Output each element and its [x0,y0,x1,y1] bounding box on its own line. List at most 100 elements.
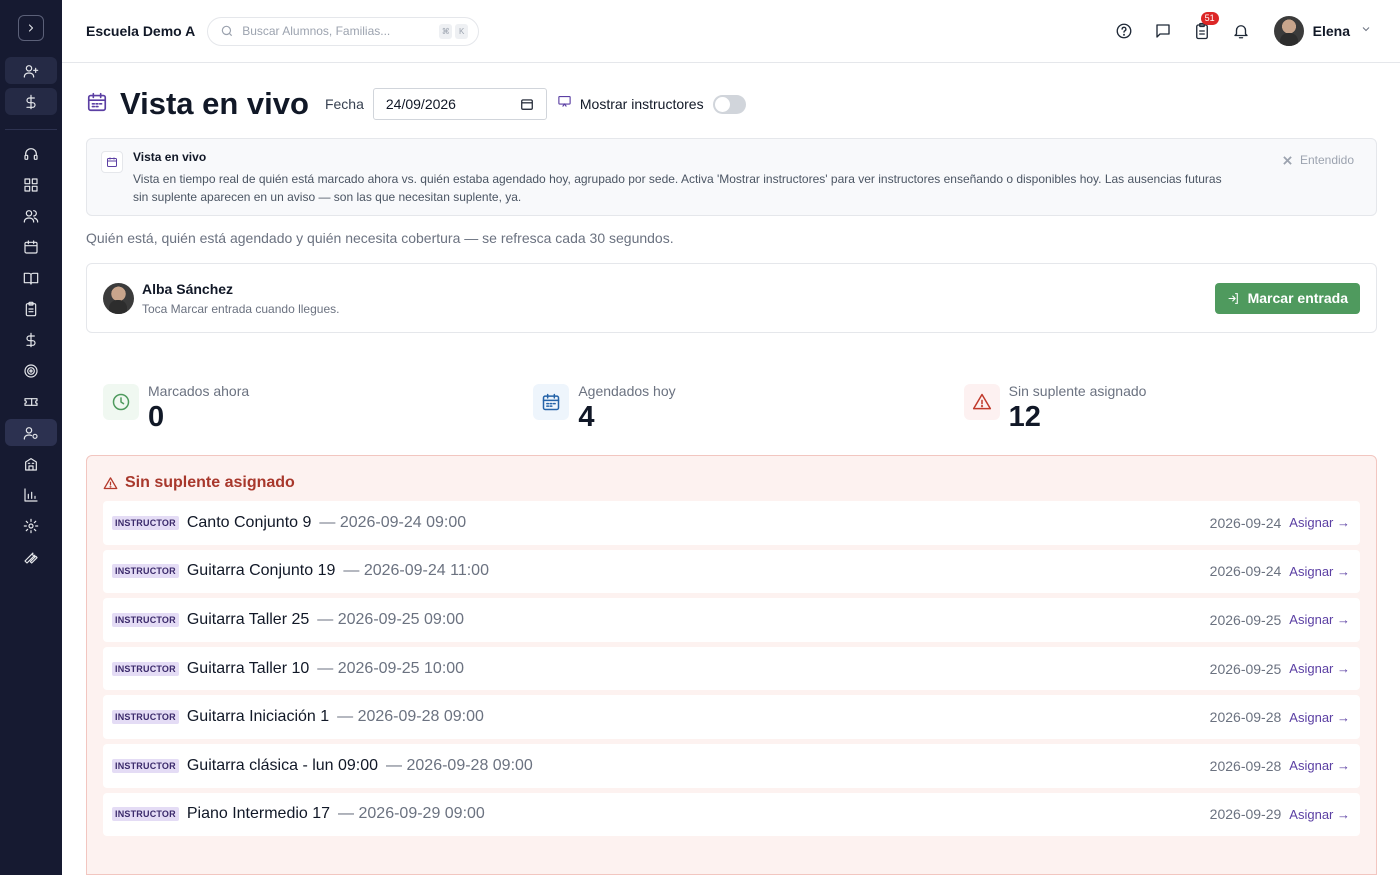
sidebar-item-settings[interactable] [5,512,57,539]
panel-header: Sin suplente asignado [103,474,1360,492]
avatar [103,282,134,314]
calendar-picker-icon[interactable] [520,97,534,111]
absence-date: 2026-09-24 [1209,563,1282,580]
class-datetime: — 2026-09-29 09:00 [338,805,485,823]
date-value: 24/09/2026 [385,96,456,112]
close-icon [1283,155,1292,165]
class-datetime: — 2026-09-28 09:00 [337,708,484,726]
show-instructors-toggle[interactable] [712,94,746,114]
date-label: Fecha [324,96,364,112]
search-shortcut: ⌘ K [439,23,469,39]
list-item: INSTRUCTOR Guitarra clásica - lun 09:00 — … [103,743,1360,788]
absence-date: 2026-09-25 [1209,660,1282,677]
calendar-icon [24,239,38,254]
user-plus-icon [23,64,39,78]
check-in-button[interactable]: Marcar entrada [1214,282,1360,314]
help-button[interactable] [1113,20,1135,42]
calendar-icon [86,91,108,118]
panel-title: Sin suplente asignado [125,474,295,491]
shortcut-key-cmd: ⌘ [439,23,453,39]
class-name: Canto Conjunto 9 [186,513,312,531]
notifications-button[interactable] [1230,20,1252,42]
sidebar-item-reports[interactable] [5,481,57,508]
stat-label: Agendados hoy [578,383,676,399]
clock-icon [103,384,139,420]
dismiss-label: Entendido [1299,153,1354,167]
bell-icon [1233,25,1248,39]
grid-icon [24,177,38,192]
absence-date: 2026-09-28 [1209,757,1282,774]
role-tag: INSTRUCTOR [112,710,179,725]
user-cog-icon [23,426,38,440]
clipboard-icon [25,301,37,316]
gear-icon [23,518,39,533]
assign-link[interactable]: Asignar → [1289,612,1350,627]
class-datetime: — 2026-09-25 10:00 [317,659,465,677]
list-item: INSTRUCTOR Guitarra Conjunto 19 — 2026-09-… [103,549,1360,594]
top-header: Escuela Demo A ⌘ K 51 Elena [62,0,1400,63]
assign-link[interactable]: Asignar → [1289,758,1350,773]
class-name: Guitarra Conjunto 19 [186,562,336,580]
sidebar-item-support[interactable] [5,140,57,167]
stat-label: Marcados ahora [148,383,250,399]
header-actions: 51 Elena [1096,12,1372,46]
class-name: Guitarra Taller 25 [186,610,310,628]
date-input[interactable]: 24/09/2026 [372,88,547,120]
school-name[interactable]: Escuela Demo A [86,23,195,39]
sidebar-item-dashboard[interactable] [5,171,57,198]
checkin-text: Alba Sánchez Toca Marcar entrada cuando … [142,281,339,316]
messages-button[interactable] [1152,20,1174,42]
sidebar-item-calendar[interactable] [5,233,57,260]
absence-date: 2026-09-28 [1209,709,1282,726]
stat-checked-in: Marcados ahora 0 [86,368,516,443]
main-content: Vista en vivo Fecha 24/09/2026 Mostrar i… [86,63,1377,875]
stat-no-substitute: Sin suplente asignado 12 [947,368,1377,443]
assign-link[interactable]: Asignar → [1289,564,1350,579]
assign-link[interactable]: Asignar → [1289,807,1350,822]
user-menu[interactable]: Elena [1273,16,1372,46]
assign-link[interactable]: Asignar → [1289,661,1350,676]
checkin-card: Alba Sánchez Toca Marcar entrada cuando … [86,263,1377,333]
presentation-icon [557,94,572,114]
info-banner-title: Vista en vivo [133,150,207,164]
class-name: Guitarra Iniciación 1 [186,708,330,726]
warning-icon [963,384,1000,420]
sidebar-item-locations[interactable] [5,450,57,477]
class-name: Piano Intermedio 17 [186,805,331,823]
role-tag: INSTRUCTOR [112,564,179,579]
class-name: Guitarra Taller 10 [186,659,310,677]
stat-scheduled: Agendados hoy 4 [516,368,946,443]
check-in-label: Marcar entrada [1247,290,1348,306]
sidebar-item-billing[interactable] [5,326,57,353]
sidebar-item-staff[interactable] [5,419,57,446]
show-instructors-label: Mostrar instructores [579,96,704,112]
chevron-down-icon [1360,22,1372,40]
list-item: INSTRUCTOR Canto Conjunto 9 — 2026-09-24 0… [103,501,1360,545]
ticket-icon [24,397,38,406]
sidebar-item-lessons[interactable] [5,264,57,291]
search-icon [221,25,233,37]
sidebar-item-attendance[interactable] [5,295,57,322]
assign-link[interactable]: Asignar → [1289,515,1350,530]
stat-label: Sin suplente asignado [1008,383,1147,399]
no-substitute-panel: Sin suplente asignado INSTRUCTOR Canto Co… [86,455,1377,875]
search-bar[interactable]: ⌘ K [207,16,480,46]
checkin-hint: Toca Marcar entrada cuando llegues. [142,301,340,316]
sidebar-toggle-button[interactable] [18,15,44,41]
sidebar-item-people[interactable] [5,202,57,229]
sidebar-item-quick-payment[interactable] [5,88,57,115]
role-tag: INSTRUCTOR [112,758,179,773]
assign-link[interactable]: Asignar → [1289,710,1350,725]
dismiss-button[interactable]: Entendido [1283,153,1354,167]
role-tag: INSTRUCTOR [112,661,179,676]
sidebar-divider [5,129,57,130]
sidebar-item-add-user[interactable] [5,57,57,84]
calendar-icon [533,384,570,420]
sidebar-item-tickets[interactable] [5,388,57,415]
absence-date: 2026-09-29 [1209,806,1282,823]
class-name: Guitarra clásica - lun 09:00 [186,756,379,774]
sidebar-item-tools[interactable] [5,543,57,570]
sidebar-item-goals[interactable] [5,357,57,384]
tasks-button[interactable]: 51 [1191,12,1219,42]
search-input[interactable] [242,24,433,38]
